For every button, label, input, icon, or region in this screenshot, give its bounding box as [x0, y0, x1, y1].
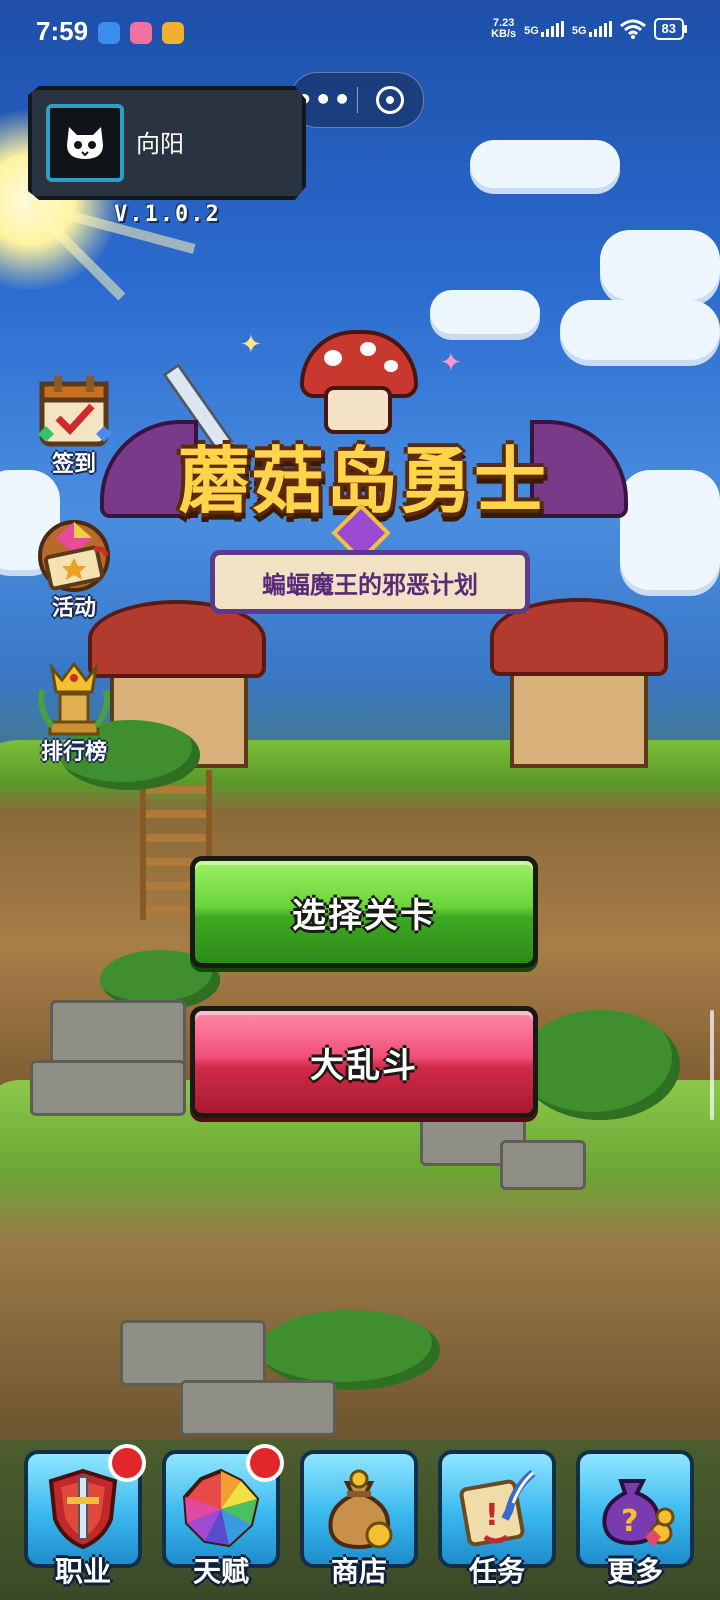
player-profile-card[interactable]: 向阳: [28, 86, 306, 200]
battery-indicator: 83: [653, 18, 688, 40]
signal-bars-icon: [588, 21, 612, 37]
status-bar: 7:59 7.23 KB/s 5G 5G 83: [0, 0, 720, 64]
stone-block: [180, 1380, 336, 1436]
close-miniprogram-button[interactable]: [358, 86, 424, 114]
nav-item-shop[interactable]: 商店: [300, 1450, 418, 1590]
skull-cat-icon: [67, 127, 103, 159]
side-item-leaderboard[interactable]: 排行榜: [26, 658, 122, 766]
version-label: V.1.0.2: [114, 202, 221, 227]
nav-label: 任务: [468, 1555, 525, 1588]
signal-5g-1: 5G: [524, 21, 564, 37]
brawl-button[interactable]: 大乱斗: [190, 1006, 538, 1118]
game-background: [0, 0, 720, 1600]
nav-label: 商店: [330, 1555, 387, 1588]
cloud: [600, 230, 720, 300]
scrollbar[interactable]: [710, 1010, 714, 1120]
svg-text:?: ?: [621, 1504, 638, 1539]
network-speed-unit: KB/s: [491, 28, 517, 40]
cloud: [470, 140, 620, 188]
app-notification-icon: [98, 22, 120, 44]
subtitle-banner: 蝙蝠魔王的邪恶计划: [210, 550, 530, 614]
bush: [520, 1010, 680, 1120]
clock: 7:59: [36, 16, 89, 46]
game-logo: ✦ ✦ 蘑菇岛勇士 蝙蝠魔王的邪恶计划: [100, 330, 628, 670]
nav-label: 天赋: [192, 1555, 249, 1588]
nav-item-more[interactable]: ? 更多: [576, 1450, 694, 1590]
nav-label: 更多: [606, 1555, 663, 1588]
cloud: [620, 470, 720, 590]
app-notification-icon: [162, 22, 184, 44]
crown-trophy-icon: [32, 658, 116, 742]
wifi-icon: [619, 19, 646, 39]
notification-badge: [108, 1444, 146, 1482]
game-subtitle: 蝙蝠魔王的邪恶计划: [262, 570, 478, 599]
bush: [260, 1310, 440, 1390]
notification-badge: [246, 1444, 284, 1482]
bottom-nav: 职业 天赋 商店 ! 任务 ? 更多: [0, 1430, 720, 1600]
signal-bars-icon: [540, 21, 564, 37]
network-speed: 7.23 KB/s: [491, 18, 516, 40]
target-close-icon: [376, 86, 405, 114]
app-notification-icon: [130, 22, 152, 44]
nav-item-quest[interactable]: ! 任务: [438, 1450, 556, 1590]
signal-label: 5G: [524, 25, 539, 37]
nav-label: 职业: [54, 1555, 111, 1588]
miniprogram-capsule: •••: [290, 72, 424, 128]
avatar[interactable]: [46, 104, 124, 182]
cloud: [430, 290, 540, 334]
sparkle-icon: ✦: [440, 348, 462, 378]
player-name: 向阳: [136, 130, 184, 158]
stone-block: [50, 1000, 186, 1066]
signal-5g-2: 5G: [572, 21, 612, 37]
stone-block: [30, 1060, 186, 1116]
select-level-button[interactable]: 选择关卡: [190, 856, 538, 968]
nav-item-talent[interactable]: 天赋: [162, 1444, 284, 1590]
stone-block: [120, 1320, 266, 1386]
signal-label: 5G: [571, 25, 587, 37]
stone-block: [500, 1140, 586, 1190]
svg-text:!: !: [485, 1498, 499, 1533]
nav-item-class[interactable]: 职业: [24, 1444, 146, 1590]
sparkle-icon: ✦: [240, 330, 262, 360]
